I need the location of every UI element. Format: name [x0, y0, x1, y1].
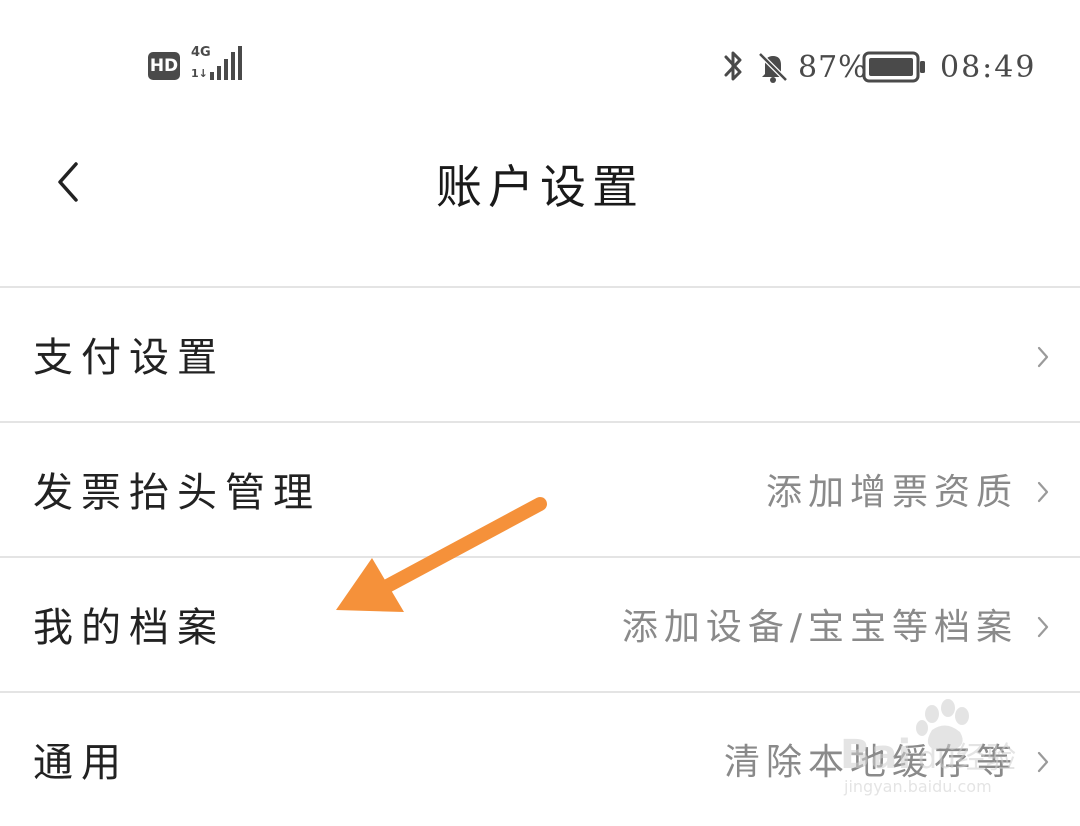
- row-label: 发票抬头管理: [33, 470, 321, 516]
- chevron-right-icon: [1037, 616, 1049, 638]
- battery-icon: [862, 51, 925, 83]
- bluetooth-icon: [724, 51, 742, 81]
- row-label: 通用: [33, 740, 129, 786]
- row-hint: 添加设备/宝宝等档案: [621, 607, 1018, 648]
- settings-row-profile[interactable]: 我的档案 添加设备/宝宝等档案: [0, 558, 1080, 691]
- hd-badge: HD: [148, 52, 180, 80]
- battery-percent: 87%: [798, 50, 868, 85]
- settings-row-invoice[interactable]: 发票抬头管理 添加增票资质: [0, 423, 1080, 556]
- status-bar: HD 1↓ 4G 87% 08:49: [0, 0, 1080, 130]
- row-hint: 添加增票资质: [765, 472, 1018, 513]
- row-hint: 清除本地缓存等: [723, 742, 1018, 783]
- chevron-right-icon: [1037, 481, 1049, 503]
- clock: 08:49: [940, 50, 1037, 85]
- settings-row-payment[interactable]: 支付设置: [0, 288, 1080, 421]
- page-title: 账户设置: [436, 160, 644, 214]
- row-label: 支付设置: [33, 335, 225, 381]
- bell-off-icon: [758, 52, 788, 83]
- settings-row-general[interactable]: 通用 清除本地缓存等: [0, 693, 1080, 826]
- settings-list: 支付设置 发票抬头管理 添加增票资质 我的档案 添加设备/宝宝等档案 通用 清除…: [0, 286, 1080, 826]
- chevron-right-icon: [1037, 346, 1049, 368]
- row-label: 我的档案: [33, 605, 225, 651]
- back-chevron-icon: [58, 162, 78, 202]
- svg-text:1↓: 1↓: [191, 67, 208, 80]
- back-button[interactable]: [40, 148, 96, 216]
- chevron-right-icon: [1037, 751, 1049, 773]
- network-type-label: 4G: [191, 45, 211, 60]
